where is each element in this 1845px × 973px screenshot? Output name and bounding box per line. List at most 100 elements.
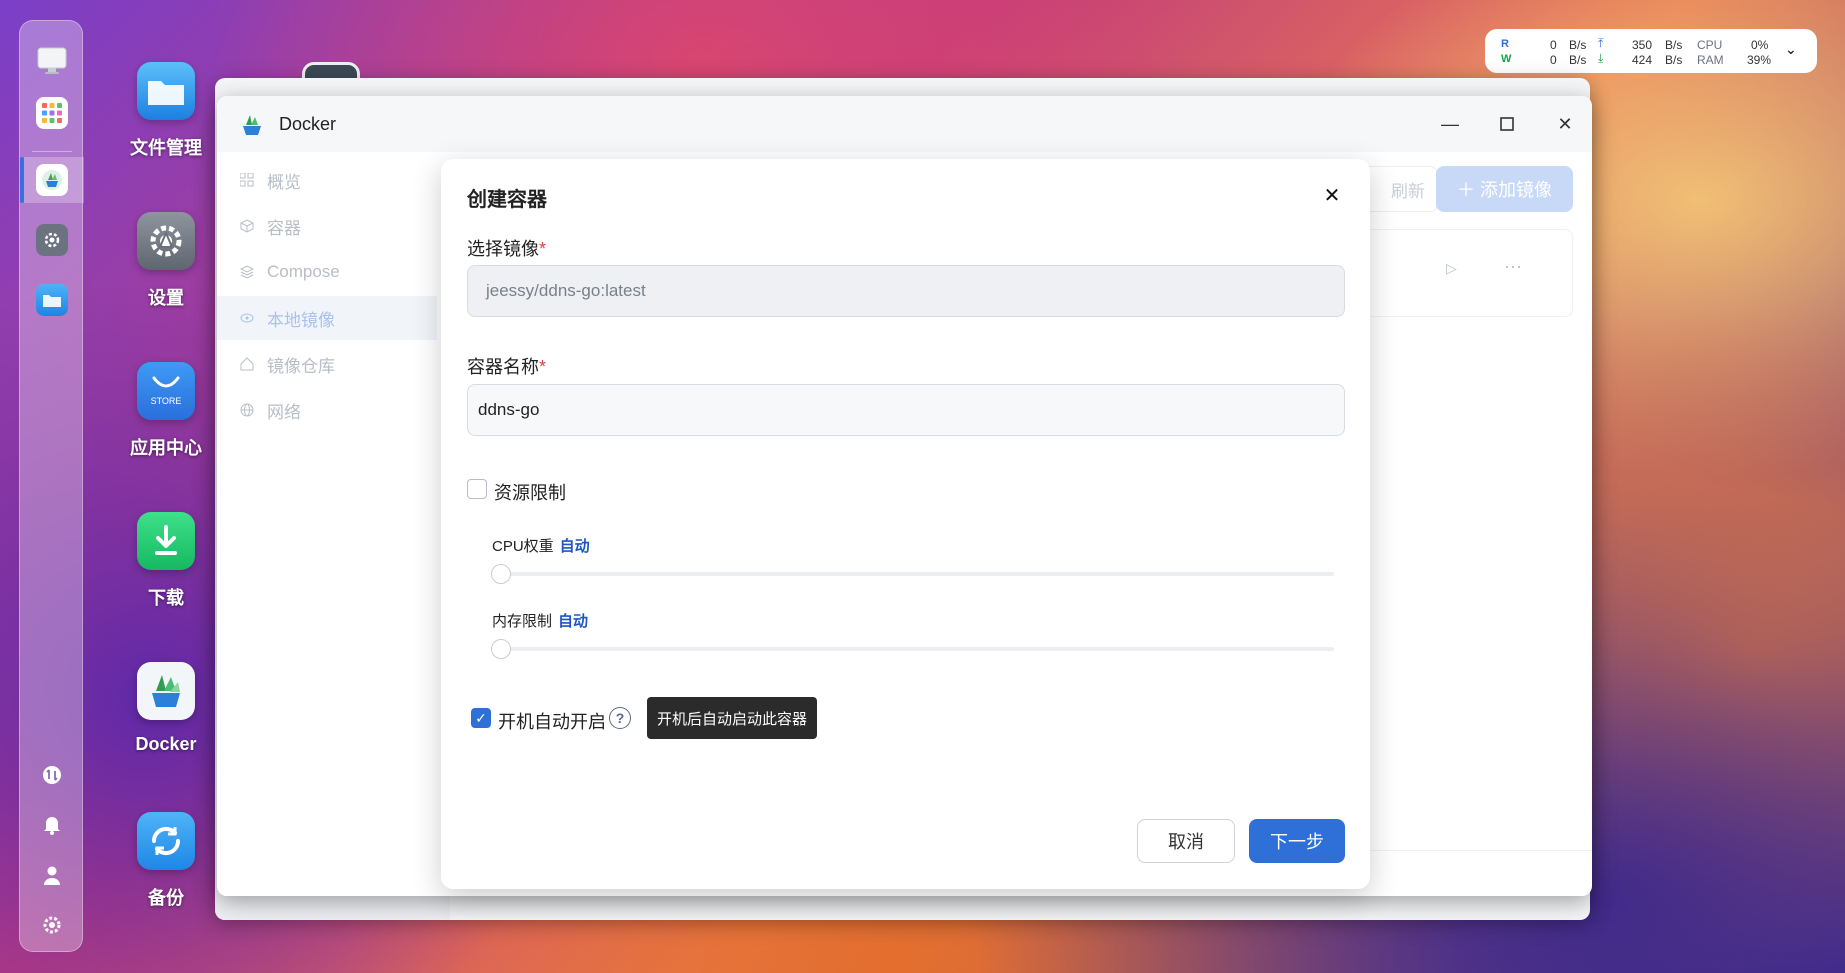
desktop-icon-download[interactable]: 下载 <box>118 512 214 610</box>
write-unit: B/s <box>1569 53 1587 67</box>
desktop-icon-settings[interactable]: 设置 <box>118 212 214 310</box>
cpu-weight-value: 自动 <box>559 538 590 555</box>
folder-icon <box>137 62 195 120</box>
sidebar-item-registry[interactable]: 镜像仓库 <box>217 342 437 386</box>
ram-value: 39% <box>1747 53 1772 67</box>
backup-icon <box>137 812 195 870</box>
dock <box>19 20 84 952</box>
autostart-tooltip: 开机后自动启动此容器 <box>647 697 817 739</box>
desktop-icon-label: 应用中心 <box>130 438 202 458</box>
window-titlebar[interactable]: Docker — ✕ <box>217 96 1592 152</box>
sidebar-item-label: 网络 <box>267 402 301 422</box>
play-icon[interactable]: ▷ <box>1446 260 1457 277</box>
expand-chevron-icon[interactable]: ⌄ <box>1785 41 1797 58</box>
transfer-icon[interactable] <box>40 763 64 787</box>
desktop-icon-docker[interactable]: Docker <box>118 662 214 755</box>
write-label: W <box>1501 53 1512 65</box>
files-dock-icon[interactable] <box>36 284 68 316</box>
close-icon[interactable]: ✕ <box>1320 183 1344 207</box>
desktop-icon-store[interactable]: STORE 应用中心 <box>118 362 214 460</box>
monitor-icon[interactable] <box>36 45 68 77</box>
container-name-label: 容器名称* <box>467 353 546 379</box>
dock-active-indicator <box>20 157 24 203</box>
image-list-card: ▷ ··· <box>1348 229 1573 317</box>
resource-limit-checkbox[interactable] <box>467 479 487 499</box>
sidebar-item-overview[interactable]: 概览 <box>217 158 437 202</box>
user-icon[interactable] <box>40 863 64 887</box>
maximize-button[interactable] <box>1493 110 1521 138</box>
autostart-label: 开机自动开启 <box>498 712 606 732</box>
desktop-icon-files[interactable]: 文件管理 <box>118 62 214 160</box>
docker-icon <box>137 662 195 720</box>
divider <box>1348 850 1592 851</box>
image-field-label: 选择镜像* <box>467 235 546 261</box>
sidebar-item-label: Compose <box>267 262 340 281</box>
cpu-weight-label: CPU权重 自动 <box>492 535 590 556</box>
sidebar-item-containers[interactable]: 容器 <box>217 204 437 248</box>
cube-icon <box>239 218 255 234</box>
globe-icon <box>239 402 255 418</box>
memory-limit-slider-handle[interactable] <box>491 639 511 659</box>
sidebar-item-compose[interactable]: Compose <box>217 250 437 294</box>
settings-dock-icon[interactable] <box>36 224 68 256</box>
cpu-weight-slider-track[interactable] <box>500 572 1334 576</box>
preferences-icon[interactable] <box>40 913 64 937</box>
help-icon[interactable]: ? <box>609 707 631 729</box>
layers-icon <box>239 264 255 280</box>
apps-icon[interactable] <box>36 97 68 129</box>
upload-icon: ⤒ <box>1598 36 1604 50</box>
download-icon <box>137 512 195 570</box>
desktop-icon-label: 下载 <box>148 588 184 608</box>
sidebar-item-label: 容器 <box>267 218 301 238</box>
resource-limit-label: 资源限制 <box>494 483 566 503</box>
desktop-icon-label: 备份 <box>148 888 184 908</box>
sidebar-item-local-images[interactable]: 本地镜像 <box>217 296 437 340</box>
add-image-button[interactable]: ＋ 添加镜像 <box>1436 166 1573 212</box>
gear-icon <box>137 212 195 270</box>
grid-icon <box>239 172 255 188</box>
read-label: R <box>1501 38 1509 50</box>
cpu-label: CPU <box>1697 38 1723 52</box>
sidebar-item-label: 概览 <box>267 172 301 192</box>
more-icon[interactable]: ··· <box>1504 256 1522 277</box>
memory-limit-label: 内存限制 自动 <box>492 610 588 631</box>
disk-icon <box>239 310 255 326</box>
download-value: 424 <box>1632 53 1653 67</box>
close-window-button[interactable]: ✕ <box>1551 110 1579 138</box>
required-mark: * <box>539 239 547 259</box>
download-small-icon: ⤓ <box>1598 51 1604 65</box>
store-icon: STORE <box>137 362 195 420</box>
download-unit: B/s <box>1665 53 1683 67</box>
create-container-dialog: 创建容器 ✕ 选择镜像* jeessy/ddns-go:latest 容器名称*… <box>441 159 1370 889</box>
image-select-field[interactable]: jeessy/ddns-go:latest <box>467 265 1345 317</box>
upload-unit: B/s <box>1665 38 1683 52</box>
desktop-icon-label: Docker <box>135 734 197 754</box>
container-name-input[interactable]: ddns-go <box>467 384 1345 436</box>
memory-limit-slider-track[interactable] <box>500 647 1334 651</box>
cancel-button[interactable]: 取消 <box>1137 819 1235 863</box>
sidebar-item-label: 本地镜像 <box>267 310 335 330</box>
write-value: 0 <box>1550 53 1557 67</box>
memory-limit-text: 内存限制 <box>492 613 553 630</box>
cpu-weight-slider-handle[interactable] <box>491 564 511 584</box>
read-value: 0 <box>1550 38 1557 52</box>
desktop-icon-backup[interactable]: 备份 <box>118 812 214 910</box>
desktop-icon-label: 文件管理 <box>130 138 202 158</box>
sidebar-item-label: 镜像仓库 <box>267 356 335 376</box>
docker-dock-icon[interactable] <box>36 164 68 196</box>
upload-value: 350 <box>1632 38 1653 52</box>
store-badge-text: STORE <box>150 396 182 406</box>
cpu-value: 0% <box>1751 38 1769 52</box>
dock-divider <box>32 151 72 152</box>
sidebar-item-network[interactable]: 网络 <box>217 388 437 432</box>
name-label-text: 容器名称 <box>467 357 539 377</box>
autostart-checkbox[interactable]: ✓ <box>471 708 491 728</box>
read-unit: B/s <box>1569 38 1587 52</box>
next-button[interactable]: 下一步 <box>1249 819 1345 863</box>
system-status-widget[interactable]: R W 0 0 B/s B/s ⤒ ⤓ 350 424 B/s B/s CPU … <box>1485 29 1817 73</box>
dialog-title: 创建容器 <box>467 189 547 211</box>
sidebar: 概览 容器 Compose 本地镜像 镜像仓库 网络 <box>217 152 437 896</box>
home-icon <box>239 356 255 372</box>
minimize-button[interactable]: — <box>1436 110 1464 138</box>
bell-icon[interactable] <box>40 813 64 837</box>
